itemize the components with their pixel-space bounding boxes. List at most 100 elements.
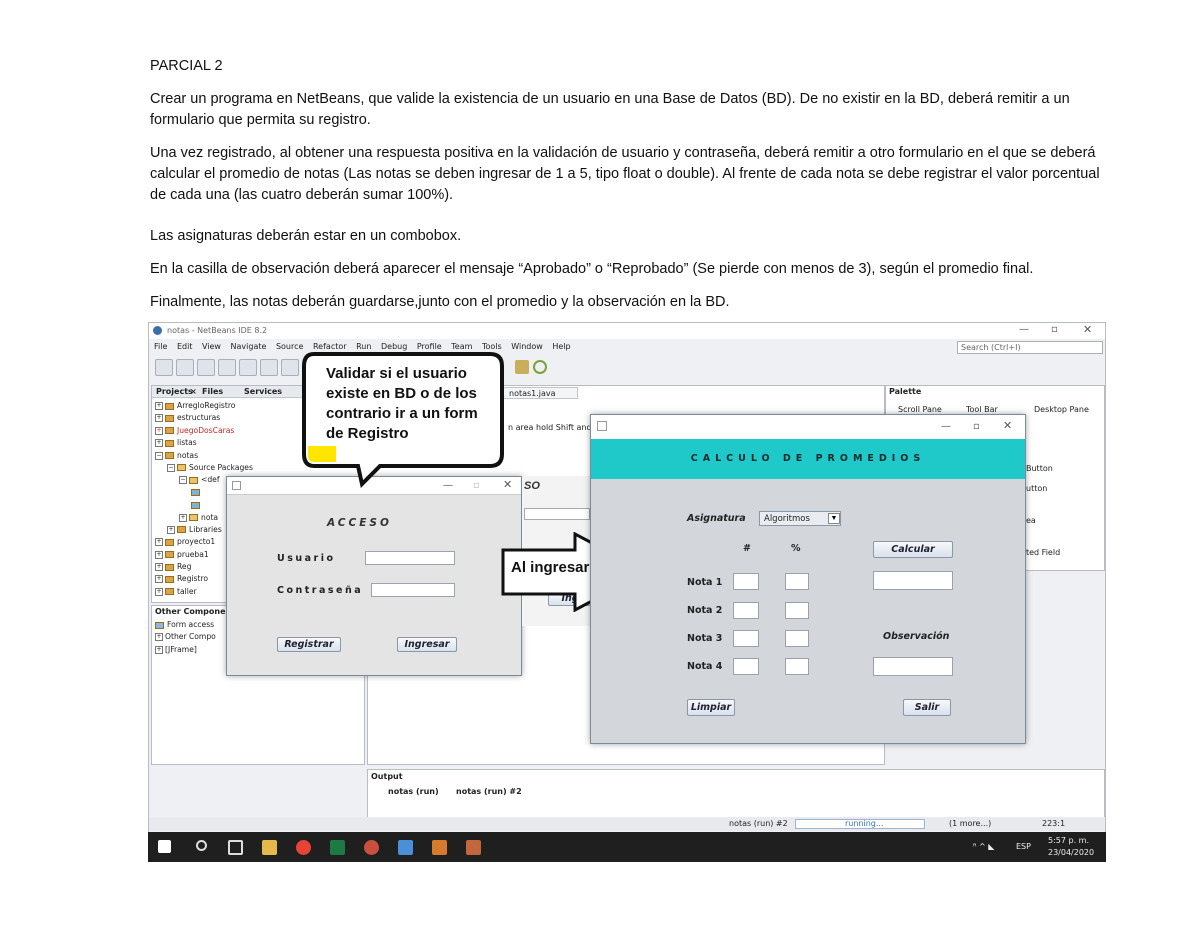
- save-all-icon[interactable]: [218, 359, 236, 377]
- build-icon[interactable]: [281, 359, 299, 377]
- list-item[interactable]: + Other Compo: [155, 631, 216, 643]
- paragraph-2: Una vez registrado, al obtener una respu…: [150, 145, 1100, 203]
- nota-4-pct-input[interactable]: [785, 658, 809, 675]
- windows-start-icon[interactable]: [158, 840, 171, 853]
- palette-item[interactable]: Tool Bar: [966, 405, 998, 414]
- nota-4-label: Nota 4: [687, 661, 723, 672]
- salir-button[interactable]: Salir: [903, 699, 951, 716]
- nota-1-input[interactable]: [733, 573, 759, 590]
- palette-item[interactable]: Button: [1026, 464, 1053, 473]
- observacion-label: Observación: [883, 631, 950, 642]
- menu-file[interactable]: File: [154, 342, 167, 351]
- task-view-icon[interactable]: [228, 840, 243, 855]
- list-item[interactable]: + [JFrame]: [155, 644, 216, 656]
- close-icon[interactable]: ✕: [1083, 323, 1092, 336]
- maximize-icon[interactable]: ▫: [973, 421, 980, 432]
- observacion-output: [873, 657, 953, 676]
- palette-item[interactable]: Desktop Pane: [1034, 405, 1089, 414]
- ide-search-placeholder: Search (Ctrl+I): [961, 343, 1021, 352]
- new-project-icon[interactable]: [155, 359, 173, 377]
- nota-1-pct-input[interactable]: [785, 573, 809, 590]
- file-explorer-icon[interactable]: [262, 840, 277, 855]
- tree-item[interactable]: + ArregloRegistro: [155, 400, 253, 412]
- java-window-icon: [232, 481, 241, 490]
- output-tab-1[interactable]: notas (run): [388, 787, 439, 796]
- paragraph-1: Crear un programa en NetBeans, que valid…: [150, 91, 1070, 128]
- nota-3-label: Nota 3: [687, 633, 723, 644]
- nota-1-label: Nota 1: [687, 577, 723, 588]
- nota-4-input[interactable]: [733, 658, 759, 675]
- nota-2-input[interactable]: [733, 602, 759, 619]
- tab-files[interactable]: Files: [202, 387, 223, 396]
- chrome-icon[interactable]: [296, 840, 311, 855]
- palette-item[interactable]: Scroll Pane: [898, 405, 942, 414]
- output-tab-2[interactable]: notas (run) #2: [456, 787, 522, 796]
- minimize-icon[interactable]: —: [1019, 324, 1029, 335]
- tree-item[interactable]: − notas: [155, 450, 253, 462]
- promedios-titlebar: — ▫ ✕: [591, 415, 1025, 439]
- close-icon[interactable]: ✕: [1003, 419, 1012, 432]
- restore-icon[interactable]: ▫: [1051, 324, 1058, 335]
- java-icon-2[interactable]: [466, 840, 481, 855]
- menu-window[interactable]: Window: [511, 342, 543, 351]
- profile-icon[interactable]: [515, 360, 529, 374]
- password-input[interactable]: [371, 583, 455, 597]
- ide-title: notas - NetBeans IDE 8.2: [167, 326, 268, 335]
- asignatura-label: Asignatura: [687, 513, 746, 524]
- palette-item[interactable]: utton: [1026, 484, 1047, 493]
- tree-item[interactable]: + listas: [155, 437, 253, 449]
- java-icon[interactable]: [432, 840, 447, 855]
- nota-3-pct-input[interactable]: [785, 630, 809, 647]
- palette-item[interactable]: ted Field: [1026, 548, 1060, 557]
- tab-services[interactable]: Services: [244, 387, 282, 396]
- tab-projects[interactable]: Projects: [156, 387, 193, 396]
- registrar-button[interactable]: Registrar: [277, 637, 341, 652]
- list-item[interactable]: Form access: [155, 619, 216, 631]
- menu-navigate[interactable]: Navigate: [231, 342, 267, 351]
- ide-search-input[interactable]: Search (Ctrl+I): [957, 341, 1103, 354]
- palette-item[interactable]: ea: [1026, 516, 1036, 525]
- excel-icon[interactable]: [330, 840, 345, 855]
- clock-date: 23/04/2020: [1048, 848, 1095, 857]
- clock-time: 5:57 p. m.: [1048, 836, 1090, 845]
- usuario-label: Usuario: [277, 553, 336, 564]
- redo-icon[interactable]: [260, 359, 278, 377]
- tray-icons[interactable]: ᴿ ^ ◣: [973, 842, 994, 851]
- tree-item[interactable]: − Source Packages: [155, 462, 253, 474]
- tree-item[interactable]: + estructuras: [155, 412, 253, 424]
- menu-edit[interactable]: Edit: [177, 342, 193, 351]
- asignatura-combobox[interactable]: Algoritmos ▼: [759, 511, 841, 526]
- cube-app-icon[interactable]: [398, 840, 413, 855]
- editor-tab-label: notas1.java: [509, 389, 556, 398]
- ingresar-button[interactable]: Ingresar: [397, 637, 457, 652]
- minimize-icon[interactable]: —: [941, 421, 951, 432]
- status-running: running...: [845, 819, 884, 828]
- tab-projects-close[interactable]: ×: [190, 387, 197, 396]
- calcular-button[interactable]: Calcular: [873, 541, 953, 558]
- chrome-alt-icon[interactable]: [364, 840, 379, 855]
- status-more[interactable]: (1 more...): [949, 819, 991, 828]
- menu-view[interactable]: View: [202, 342, 221, 351]
- editor-tab[interactable]: notas1.java: [498, 387, 578, 399]
- menu-help[interactable]: Help: [552, 342, 570, 351]
- profile-run-icon[interactable]: [533, 360, 547, 374]
- promedios-header: CALCULO DE PROMEDIOS: [591, 439, 1025, 479]
- chevron-down-icon[interactable]: ▼: [828, 513, 840, 524]
- lang-indicator[interactable]: ESP: [1016, 842, 1031, 851]
- limpiar-button[interactable]: Limpiar: [687, 699, 735, 716]
- nota-2-pct-input[interactable]: [785, 602, 809, 619]
- nota-3-input[interactable]: [733, 630, 759, 647]
- document-heading: PARCIAL 2: [150, 58, 223, 74]
- windows-taskbar: ᴿ ^ ◣ ESP 5:57 p. m. 23/04/2020: [148, 832, 1106, 862]
- col-pct-header: %: [791, 543, 801, 554]
- status-position: 223:1: [1042, 819, 1066, 828]
- open-project-icon[interactable]: [197, 359, 215, 377]
- new-file-icon[interactable]: [176, 359, 194, 377]
- undo-icon[interactable]: [239, 359, 257, 377]
- navigator-tree: Form access + Other Compo + [JFrame]: [155, 619, 216, 656]
- search-icon[interactable]: [196, 840, 207, 851]
- nota-2-label: Nota 2: [687, 605, 723, 616]
- paragraph-3: Las asignaturas deberán estar en un comb…: [150, 228, 462, 244]
- usuario-input[interactable]: [365, 551, 455, 565]
- tree-item[interactable]: + JuegoDosCaras: [155, 425, 253, 437]
